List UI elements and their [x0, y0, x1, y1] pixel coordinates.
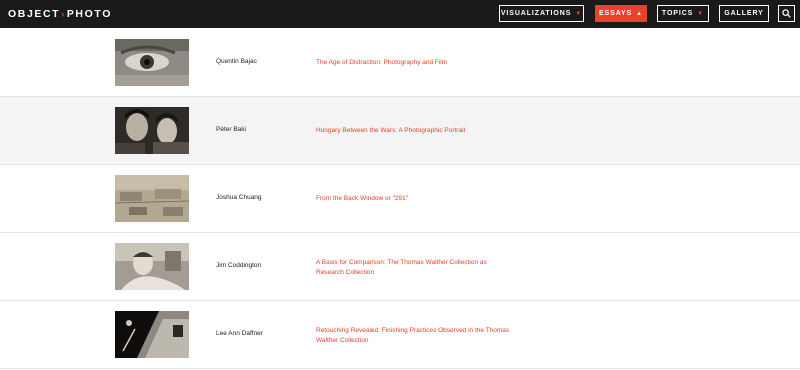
essay-author: Quentin Bajac — [216, 58, 257, 65]
chevron-down-icon: ▼ — [575, 10, 583, 17]
essay-thumbnail[interactable] — [115, 107, 189, 154]
essay-row: Joshua Chuang From the Back Window or "2… — [0, 165, 800, 233]
logo-photo-text: PHOTO — [66, 8, 112, 20]
logo-arrow-icon: › — [61, 9, 66, 19]
essay-title-link[interactable]: The Age of Distraction: Photography and … — [316, 58, 516, 68]
nav-topics-button[interactable]: TOPICS ▼ — [657, 5, 709, 22]
essay-thumbnail[interactable] — [115, 175, 189, 222]
essay-author: Péter Baki — [216, 126, 246, 133]
nav-visualizations-label: VISUALIZATIONS — [500, 10, 572, 17]
essay-title-link[interactable]: From the Back Window or "291" — [316, 194, 516, 204]
nav-gallery-label: GALLERY — [724, 10, 764, 17]
essay-author: Lee Ann Daffner — [216, 330, 263, 337]
top-nav-bar: OBJECT›PHOTO VISUALIZATIONS ▼ ESSAYS ▲ TOP… — [0, 0, 800, 28]
site-logo[interactable]: OBJECT›PHOTO — [8, 8, 112, 20]
logo-object-text: OBJECT — [8, 8, 61, 20]
essay-thumbnail[interactable] — [115, 243, 189, 290]
essay-author: Joshua Chuang — [216, 194, 262, 201]
search-icon — [782, 9, 791, 18]
nav-essays-button[interactable]: ESSAYS ▲ — [595, 5, 647, 22]
essay-author: Jim Coddington — [216, 262, 262, 269]
essay-thumbnail[interactable] — [115, 39, 189, 86]
nav-topics-label: TOPICS — [661, 10, 694, 17]
essay-title-link[interactable]: A Basis for Comparison: The Thomas Walth… — [316, 258, 516, 277]
essay-row: Jim Coddington A Basis for Comparison: T… — [0, 233, 800, 301]
essay-title-link[interactable]: Retouching Revealed: Finishing Practices… — [316, 326, 516, 345]
essay-thumbnail[interactable] — [115, 311, 189, 358]
essay-row: Péter Baki Hungary Between the Wars: A P… — [0, 97, 800, 165]
chevron-up-icon: ▲ — [636, 10, 643, 17]
nav-visualizations-button[interactable]: VISUALIZATIONS ▼ — [499, 5, 584, 22]
essay-row: Quentin Bajac The Age of Distraction: Ph… — [0, 29, 800, 97]
search-button[interactable] — [778, 5, 795, 22]
essay-title-link[interactable]: Hungary Between the Wars: A Photographic… — [316, 126, 516, 136]
essay-row: Lee Ann Daffner Retouching Revealed: Fin… — [0, 301, 800, 369]
nav-gallery-button[interactable]: GALLERY — [719, 5, 769, 22]
nav-essays-label: ESSAYS — [598, 10, 633, 17]
chevron-down-icon: ▼ — [697, 10, 705, 17]
